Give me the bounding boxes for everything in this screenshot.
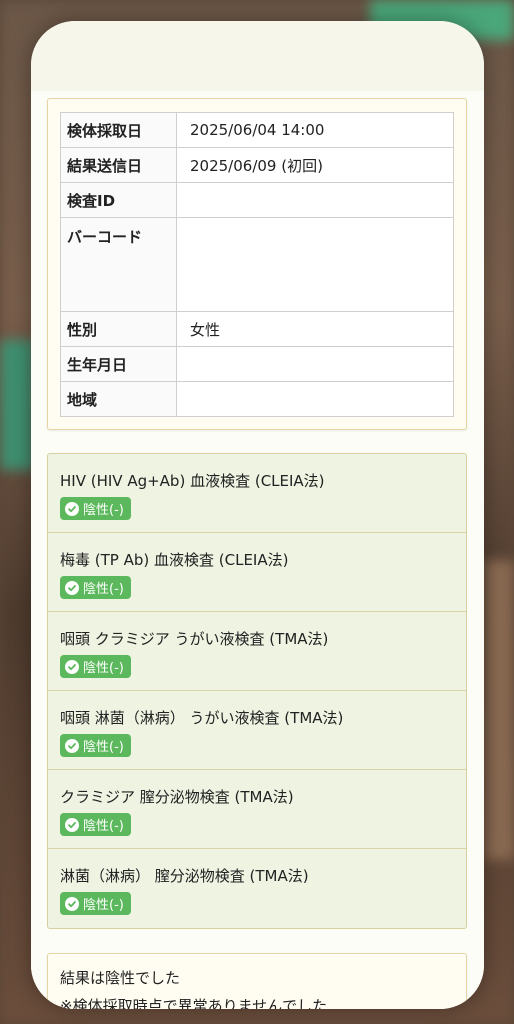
summary-note: ※検体採取時点で異常ありませんでした [60,997,328,1009]
negative-badge: 陰性(-) [60,497,131,520]
result-title: クラミジア 膣分泌物検査 (TMA法) [60,788,294,806]
result-title: 咽頭 淋菌（淋病） うがい液検査 (TMA法) [60,709,344,727]
specimen-info-card: 検体採取日 2025/06/04 14:00 結果送信日 2025/06/09 … [47,98,467,430]
badge-label: 陰性(-) [83,740,124,755]
negative-badge: 陰性(-) [60,576,131,599]
page-content: 検体採取日 2025/06/04 14:00 結果送信日 2025/06/09 … [31,91,484,1009]
summary-line: 結果は陰性でした [60,969,181,987]
specimen-info-table: 検体採取日 2025/06/04 14:00 結果送信日 2025/06/09 … [60,112,454,417]
check-circle-icon [65,501,79,516]
result-title: 梅毒 (TP Ab) 血液検査 (CLEIA法) [60,551,289,569]
result-title: 淋菌（淋病） 膣分泌物検査 (TMA法) [60,867,309,885]
result-item-syphilis: 梅毒 (TP Ab) 血液検査 (CLEIA法) 陰性(-) [48,533,466,612]
info-label: 地域 [60,381,177,417]
info-value: 2025/06/04 14:00 [176,112,454,148]
badge-label: 陰性(-) [83,819,124,834]
info-row-region: 地域 [60,381,454,417]
info-value: 2025/06/09 (初回) [176,147,454,183]
badge-label: 陰性(-) [83,503,124,518]
negative-badge: 陰性(-) [60,892,131,915]
info-row-collection-date: 検体採取日 2025/06/04 14:00 [60,112,454,148]
result-item-vaginal-gonorrhea: 淋菌（淋病） 膣分泌物検査 (TMA法) 陰性(-) [48,849,466,928]
info-label: 性別 [60,311,177,347]
result-item-throat-gonorrhea: 咽頭 淋菌（淋病） うがい液検査 (TMA法) 陰性(-) [48,691,466,770]
info-value: 女性 [176,311,454,347]
info-row-barcode: バーコード [60,217,454,312]
info-row-birthdate: 生年月日 [60,346,454,382]
result-title: 咽頭 クラミジア うがい液検査 (TMA法) [60,630,329,648]
info-label: 検体採取日 [60,112,177,148]
info-row-result-sent-date: 結果送信日 2025/06/09 (初回) [60,147,454,183]
top-bar [31,21,484,91]
check-circle-icon [65,738,79,753]
result-item-throat-chlamydia: 咽頭 クラミジア うがい液検査 (TMA法) 陰性(-) [48,612,466,691]
results-list: HIV (HIV Ag+Ab) 血液検査 (CLEIA法) 陰性(-) 梅毒 (… [47,453,467,929]
info-value [176,182,454,218]
info-row-test-id: 検査ID [60,182,454,218]
check-circle-icon [65,817,79,832]
info-value [176,346,454,382]
result-title: HIV (HIV Ag+Ab) 血液検査 (CLEIA法) [60,472,325,490]
info-row-sex: 性別 女性 [60,311,454,347]
negative-badge: 陰性(-) [60,734,131,757]
badge-label: 陰性(-) [83,582,124,597]
badge-label: 陰性(-) [83,661,124,676]
negative-badge: 陰性(-) [60,813,131,836]
summary-card: 結果は陰性でした ※検体採取時点で異常ありませんでした [47,953,467,1009]
info-label: 結果送信日 [60,147,177,183]
info-label: 生年月日 [60,346,177,382]
phone-screen: 検体採取日 2025/06/04 14:00 結果送信日 2025/06/09 … [31,21,484,1009]
info-value [176,217,454,312]
info-value [176,381,454,417]
result-item-vaginal-chlamydia: クラミジア 膣分泌物検査 (TMA法) 陰性(-) [48,770,466,849]
info-label: バーコード [60,217,177,312]
check-circle-icon [65,580,79,595]
check-circle-icon [65,896,79,911]
negative-badge: 陰性(-) [60,655,131,678]
badge-label: 陰性(-) [83,898,124,913]
check-circle-icon [65,659,79,674]
info-label: 検査ID [60,182,177,218]
result-item-hiv: HIV (HIV Ag+Ab) 血液検査 (CLEIA法) 陰性(-) [48,454,466,533]
